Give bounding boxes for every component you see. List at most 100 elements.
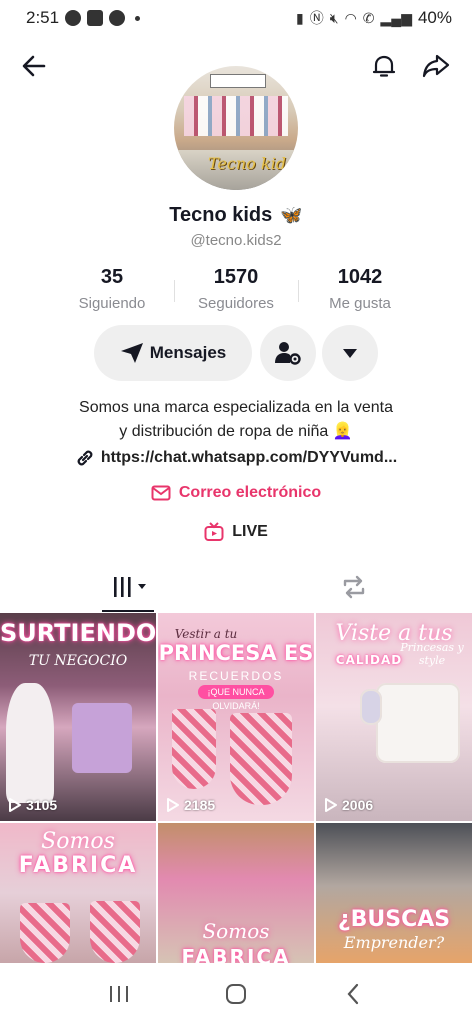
avatar-clothes-rack [184,96,288,136]
video-title: ¿BUSCAS [337,907,451,932]
video-thumbnail[interactable]: Somos FABRICA [0,823,156,963]
repost-icon [343,575,365,599]
video-title: SURTIENDO [0,619,156,647]
mute-icon: 🔇︎ [329,9,339,26]
video-thumbnail[interactable]: Vestir a tu PRINCESA ES RECUERDOS ¡QUE N… [158,613,314,821]
home-icon [225,984,246,1004]
stat-followers[interactable]: 1570 Seguidores [174,266,298,314]
live-button[interactable]: LIVE [0,522,472,542]
stat-value: 1570 [213,266,259,288]
bio-line-2: y distribución de ropa de niña [119,423,329,440]
video-thumbnail[interactable]: SURTIENDO TU NEGOCIO 3105 [0,613,156,821]
system-nav-bar [0,964,472,1024]
stat-label: Seguidores [198,295,274,312]
message-label: Mensajes [149,343,227,362]
gallery-icon [87,10,104,26]
caret-down-icon [343,349,357,358]
video-title: FABRICA [18,853,138,878]
link-icon [77,450,93,466]
video-thumbnail[interactable]: Somos FABRICA [158,823,314,963]
play-icon [167,798,179,812]
view-count-text: 2185 [184,797,216,813]
view-count-text: 3105 [26,797,58,813]
clock: 2:51 [26,8,60,27]
dress-image [90,901,140,963]
bio-link-text: https://chat.whatsapp.com/DYYVumd... [100,449,398,466]
nfc-icon: Ⓝ [309,10,324,26]
user-gear-icon [275,342,301,365]
wifi-icon: ◠ [344,9,357,26]
video-thumbnail[interactable]: Viste a tus CALIDAD Princesas y style 20… [316,613,472,821]
stat-likes[interactable]: 1042 Me gusta [298,266,422,314]
live-label: LIVE [232,523,268,540]
video-script: Princesas y style [400,641,464,667]
name-row: Tecno kids 🦋 [0,204,472,227]
display-name: Tecno kids [169,204,273,226]
label-tag [360,689,382,725]
system-back-button[interactable] [333,974,373,1014]
avatar-store-sign [210,74,266,88]
battery-saver-icon: ▮ [296,9,304,26]
mail-icon [151,485,171,501]
avatar-logo-text: Tecno kids [208,154,295,173]
video-grid: SURTIENDO TU NEGOCIO 3105 Vestir a tu PR… [0,613,472,963]
stat-following[interactable]: 35 Siguiendo [50,266,174,314]
video-script: Emprender? [343,933,445,952]
bio-line-2-row: y distribución de ropa de niña 👱‍♀️ [30,420,442,444]
battery-percent: 40% [417,8,452,27]
messenger-icon [109,10,126,26]
video-pill: ¡QUE NUNCA OLVIDARÁ! [198,685,274,711]
email-button[interactable]: Correo electrónico [0,484,472,502]
butterfly-emoji: 🦋 [280,205,303,225]
username: @tecno.kids2 [190,232,282,249]
video-title: FABRICA [181,945,291,963]
bio-link[interactable]: https://chat.whatsapp.com/DYYVumd... [0,448,472,468]
recent-apps-icon [109,986,128,1002]
profile-stats: 35 Siguiendo 1570 Seguidores 1042 Me gus… [50,266,422,314]
share-arrow-icon [422,54,450,78]
stat-value: 35 [100,266,124,288]
video-top-text: Somos [202,919,270,943]
grid-videos-icon [114,577,146,597]
tab-reposts[interactable] [244,562,472,612]
video-title: PRINCESA ES [158,641,314,665]
bio: Somos una marca especializada en la vent… [30,396,442,444]
play-icon [325,798,337,812]
person-figure [6,683,54,803]
live-tv-icon [204,522,224,541]
video-subtitle: RECUERDOS [188,669,284,683]
video-subtitle: TU NEGOCIO [28,653,128,669]
share-button[interactable] [414,44,458,88]
profile-avatar[interactable]: Tecno kids [174,66,298,190]
content-tabs [0,562,472,612]
recent-apps-button[interactable] [99,974,139,1014]
view-count: 2185 [166,797,215,813]
view-count-text: 2006 [342,797,374,813]
home-button[interactable] [216,974,256,1014]
stat-label: Me gusta [329,295,391,312]
view-count: 3105 [8,797,57,813]
back-arrow-icon [22,55,46,77]
stat-value: 1042 [337,266,383,288]
status-left: 2:51 [26,8,141,28]
video-top-text: Vestir a tu [174,627,238,641]
call-icon: ✆ [362,9,375,26]
girl-emoji: 👱‍♀️ [332,423,353,440]
status-right: ▮ Ⓝ 🔇︎ ◠ ✆ ▂▄▆ 40% [296,8,452,28]
status-bar: 2:51 ▮ Ⓝ 🔇︎ ◠ ✆ ▂▄▆ 40% [0,0,472,36]
garment-image [376,683,460,763]
dress-image [172,709,216,789]
more-options-button[interactable] [322,325,378,381]
facebook-icon [65,10,82,26]
follow-settings-button[interactable] [260,325,316,381]
back-button[interactable] [12,44,56,88]
chevron-left-icon [347,983,359,1005]
tab-videos[interactable] [0,562,244,612]
notifications-button[interactable] [362,44,406,88]
message-button[interactable]: Mensajes [94,325,252,381]
video-thumbnail[interactable]: ¿BUSCAS Emprender? [316,823,472,963]
send-icon [120,343,143,363]
signal-icon: ▂▄▆ [380,9,412,26]
bio-line-1: Somos una marca especializada en la vent… [79,399,393,416]
email-label: Correo electrónico [178,484,322,501]
